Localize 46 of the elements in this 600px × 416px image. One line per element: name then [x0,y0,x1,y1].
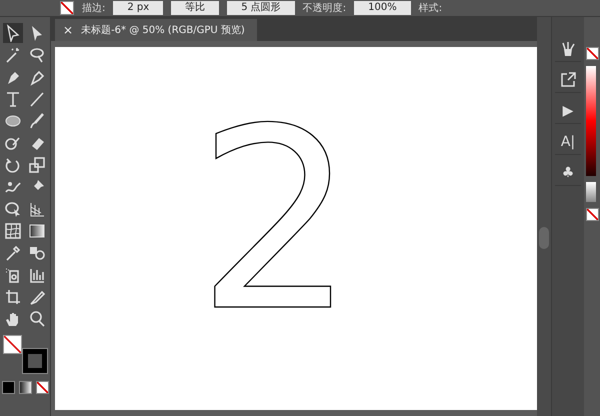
dropdown-field[interactable]: 100% [354,1,411,15]
line-icon[interactable] [28,90,46,108]
none-swatch-icon[interactable] [586,208,599,221]
zoom-icon[interactable] [28,310,46,328]
knife-icon[interactable] [28,288,46,306]
scale-icon[interactable] [28,156,46,174]
export-icon[interactable] [559,71,577,89]
tab-title: 未标题-6* @ 50% (RGB/GPU 预览) [81,24,245,37]
panel-icon[interactable]: ▶ [562,103,574,119]
dropdown-field[interactable]: 5 点圆形 [227,1,295,15]
control-label: 描边: [82,2,106,15]
gradient-swatch[interactable] [586,182,596,202]
color-spectrum[interactable] [586,66,596,176]
blend-icon[interactable] [28,244,46,262]
stroke-swatch[interactable] [23,349,47,373]
bar-chart-icon[interactable] [28,266,46,284]
shape-builder-icon[interactable] [4,200,22,218]
eyedropper-icon[interactable] [4,244,22,262]
control-label: 样式: [418,2,442,15]
close-icon[interactable]: × [63,23,74,37]
panel-icon[interactable]: A| [560,134,576,150]
panel-icon[interactable]: ♣ [562,165,574,181]
magic-wand-icon[interactable] [4,46,22,64]
symbol-sprayer-icon[interactable] [4,266,22,284]
gradient-mode-icon[interactable] [18,381,32,394]
artboard-icon[interactable] [4,288,22,306]
control-label: 不透明度: [302,2,346,15]
brush-icon[interactable] [28,112,46,130]
document-tab[interactable]: × 未标题-6* @ 50% (RGB/GPU 预览) [55,19,257,41]
mesh-icon[interactable] [4,222,22,240]
gradient-icon[interactable] [28,222,46,240]
curvature-pen-icon[interactable] [28,68,46,86]
none-mode-icon[interactable] [36,381,48,394]
outlined-numeral: 2 [196,87,356,327]
fill-none-swatch[interactable] [3,335,22,354]
none-swatch-icon[interactable] [586,47,599,60]
rotate-icon[interactable] [4,156,22,174]
dropdown-field[interactable]: 等比 [171,1,220,15]
dropdown-field[interactable]: 2 px [113,1,164,15]
fill-swatch-icon[interactable] [60,1,74,15]
lasso-icon[interactable] [28,46,46,64]
selection-icon[interactable] [4,24,22,42]
perspective-grid-icon[interactable] [28,200,46,218]
type-icon[interactable] [4,90,22,108]
color-mode-icon[interactable] [2,381,14,394]
scroll-thumb[interactable] [539,227,549,249]
